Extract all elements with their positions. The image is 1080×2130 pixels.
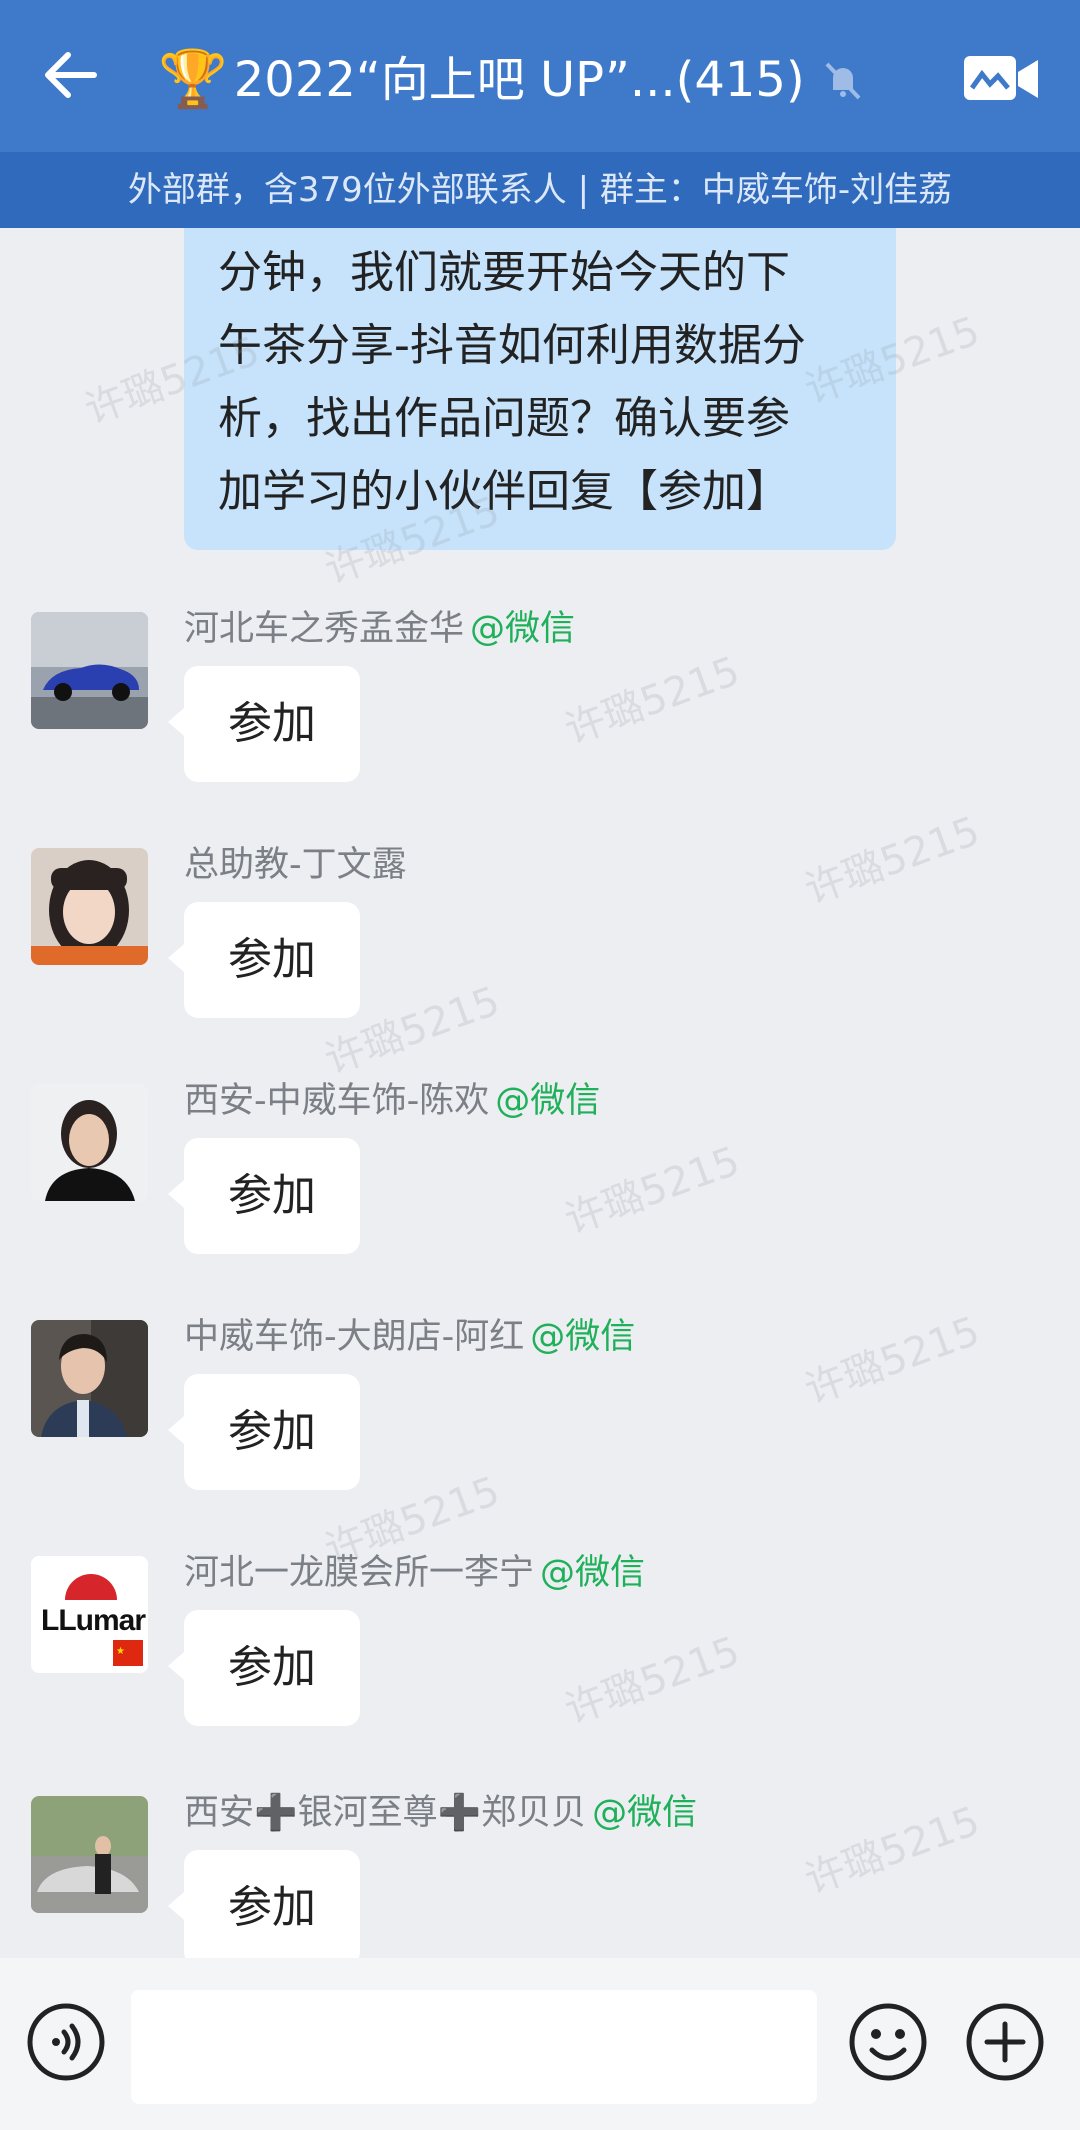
sender-name: 西安➕银河至尊➕郑贝贝 @微信 xyxy=(184,1793,698,1833)
wechat-tag: @微信 xyxy=(530,1317,636,1357)
own-message-line: 午茶分享-抖音如何利用数据分 xyxy=(218,320,806,371)
avatar[interactable]: LLumar ★ xyxy=(31,1556,148,1673)
own-message-line: 分钟，我们就要开始今天的下 xyxy=(218,247,790,298)
voice-input-icon[interactable] xyxy=(26,2002,106,2082)
message-bubble[interactable]: 参加 xyxy=(168,902,360,1018)
chat-message: 河北车之秀孟金华 @微信 参加 xyxy=(0,609,1080,812)
plus-more-icon[interactable] xyxy=(965,2002,1045,2082)
avatar[interactable] xyxy=(31,1084,148,1201)
own-message-line: 加学习的小伙伴回复【参加】 xyxy=(218,466,790,517)
message-bubble[interactable]: 参加 xyxy=(168,1138,360,1254)
svg-text:★: ★ xyxy=(116,1646,125,1657)
video-call-icon[interactable] xyxy=(964,54,1040,104)
mute-bell-icon xyxy=(825,62,861,100)
sender-name: 总助教-丁文露 xyxy=(184,845,407,885)
sender-name: 河北一龙膜会所一李宁 @微信 xyxy=(184,1553,646,1593)
sender-name: 河北车之秀孟金华 @微信 xyxy=(184,609,576,649)
chat-message: 总助教-丁文露 参加 xyxy=(0,845,1080,1048)
wechat-tag: @微信 xyxy=(495,1081,601,1121)
own-message-bubble[interactable]: 分钟，我们就要开始今天的下 午茶分享-抖音如何利用数据分 析，找出作品问题？确认… xyxy=(184,228,896,550)
group-info-bar[interactable]: 外部群，含379位外部联系人 | 群主：中威车饰-刘佳荔 xyxy=(0,152,1080,228)
message-bubble[interactable]: 参加 xyxy=(168,666,360,782)
chat-area[interactable]: 分钟，我们就要开始今天的下 午茶分享-抖音如何利用数据分 析，找出作品问题？确认… xyxy=(0,228,1080,1958)
wechat-tag: @微信 xyxy=(540,1553,646,1593)
message-bubble[interactable]: 参加 xyxy=(168,1610,360,1726)
avatar[interactable] xyxy=(31,1320,148,1437)
sender-name: 西安-中威车饰-陈欢 @微信 xyxy=(184,1081,601,1121)
llumar-logo-text: LLumar xyxy=(41,1604,146,1637)
avatar[interactable] xyxy=(31,848,148,965)
wechat-tag: @微信 xyxy=(470,609,576,649)
chat-message: 西安➕银河至尊➕郑贝贝 @微信 参加 xyxy=(0,1793,1080,1958)
trophy-icon: 🏆 xyxy=(158,47,228,112)
chat-message: 中威车饰-大朗店-阿红 @微信 参加 xyxy=(0,1317,1080,1520)
message-input[interactable] xyxy=(131,1990,817,2104)
avatar[interactable] xyxy=(31,1796,148,1913)
input-bar xyxy=(0,1958,1080,2130)
wechat-tag: @微信 xyxy=(592,1793,698,1833)
emoji-icon[interactable] xyxy=(848,2002,928,2082)
back-arrow-icon[interactable] xyxy=(36,40,106,110)
chat-header: 🏆 2022“向上吧 UP”...(415) xyxy=(0,0,1080,152)
chat-message: 西安-中威车饰-陈欢 @微信 参加 xyxy=(0,1081,1080,1284)
sender-name: 中威车饰-大朗店-阿红 @微信 xyxy=(184,1317,636,1357)
group-title[interactable]: 🏆 2022“向上吧 UP”...(415) xyxy=(158,44,867,116)
avatar[interactable] xyxy=(31,612,148,729)
group-title-text: 2022“向上吧 UP”...(415) xyxy=(233,52,805,108)
message-bubble[interactable]: 参加 xyxy=(168,1374,360,1490)
message-bubble[interactable]: 参加 xyxy=(168,1850,360,1958)
chat-message: LLumar ★ 河北一龙膜会所一李宁 @微信 参加 xyxy=(0,1553,1080,1756)
own-message-line: 析，找出作品问题？确认要参 xyxy=(218,393,790,444)
